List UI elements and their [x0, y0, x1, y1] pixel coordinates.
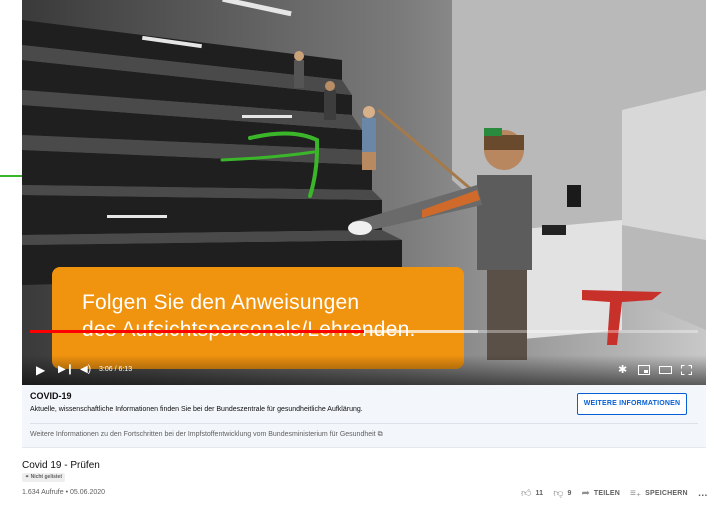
save-label: SPEICHERN: [645, 490, 688, 497]
thumbs-down-icon: 👎︎: [553, 487, 564, 499]
progress-played: [30, 330, 364, 333]
like-button[interactable]: 👍︎ 11: [521, 487, 544, 499]
next-icon[interactable]: ▶❙: [58, 363, 74, 377]
share-icon: ➦: [581, 487, 590, 499]
like-count: 11: [535, 490, 544, 497]
unlisted-badge: ⚭ Nicht gelistet: [22, 473, 65, 482]
fullscreen-icon[interactable]: [681, 364, 692, 378]
save-button[interactable]: ≡₊ SPEICHERN: [630, 487, 688, 499]
dislike-button[interactable]: 👎︎ 9: [553, 487, 572, 499]
player-controls: ▶ ▶❙ ◀) 3:06 / 6:13 ✱: [22, 330, 706, 385]
share-label: TEILEN: [593, 490, 621, 497]
caption-overlay: Folgen Sie den Anweisungen des Aufsichts…: [52, 267, 464, 369]
action-bar: 👍︎ 11 👎︎ 9 ➦ TEILEN ≡₊ SPEICHERN …: [511, 488, 708, 499]
info-panel-text: Aktuelle, wissenschaftliche Informatione…: [30, 406, 363, 413]
progress-bar[interactable]: [30, 330, 698, 333]
time-display: 3:06 / 6:13: [99, 366, 133, 373]
more-actions-button[interactable]: …: [698, 488, 708, 499]
volume-icon[interactable]: ◀): [80, 363, 91, 377]
video-player[interactable]: Folgen Sie den Anweisungen des Aufsichts…: [22, 0, 706, 385]
dislike-count: 9: [567, 490, 572, 497]
thumbs-up-icon: 👍︎: [521, 487, 532, 499]
theater-icon[interactable]: [659, 364, 672, 378]
video-title: Covid 19 - Prüfen: [22, 460, 100, 471]
settings-icon[interactable]: ✱: [618, 363, 627, 377]
youtube-watch-page: Folgen Sie den Anweisungen des Aufsichts…: [0, 0, 716, 508]
more-actions-icon: …: [697, 488, 708, 499]
playlist-add-icon: ≡₊: [630, 487, 642, 499]
annotation-line: [0, 175, 22, 177]
share-button[interactable]: ➦ TEILEN: [581, 487, 621, 499]
caption-line-1: Folgen Sie den Anweisungen: [82, 291, 360, 314]
miniplayer-icon[interactable]: [638, 364, 650, 378]
views-and-date: 1.634 Aufrufe • 05.06.2020: [22, 489, 106, 496]
vaccine-info-link[interactable]: Weitere Informationen zu den Fortschritt…: [30, 431, 383, 439]
covid-info-panel: COVID-19 Aktuelle, wissenschaftliche Inf…: [22, 385, 706, 448]
more-info-button[interactable]: WEITERE INFORMATIONEN: [577, 393, 687, 415]
play-icon[interactable]: ▶: [36, 363, 45, 377]
info-panel-title: COVID-19: [30, 391, 72, 401]
divider: [30, 423, 698, 424]
unlisted-label: Nicht gelistet: [30, 474, 62, 480]
